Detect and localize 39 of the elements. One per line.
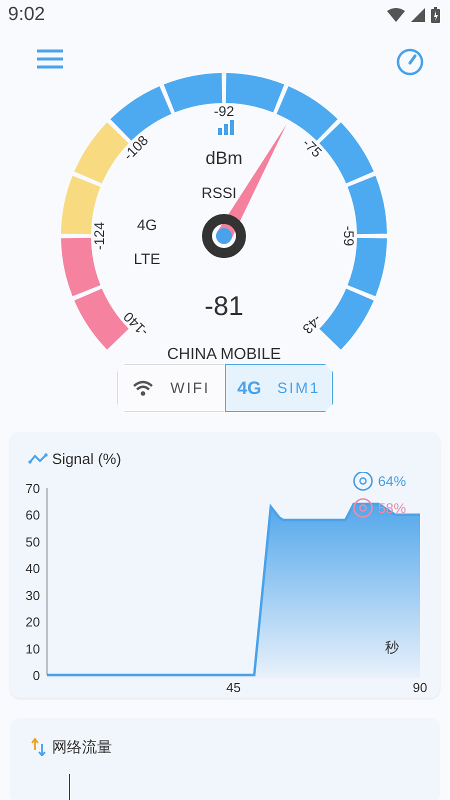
scale-label: -59	[341, 226, 357, 246]
wifi-icon	[132, 380, 154, 396]
y-tick-label: 70	[26, 481, 40, 496]
y-tick-label: 10	[26, 641, 40, 656]
x-axis-unit: 秒	[385, 639, 399, 655]
scale-label: -140	[120, 308, 152, 340]
scale-label: -43	[300, 312, 326, 338]
signal-reading: -81	[204, 291, 244, 321]
metric-label: RSSI	[202, 185, 236, 202]
legend-value: 64%	[378, 473, 406, 489]
y-tick-label: 50	[26, 534, 40, 550]
y-tick-label: 20	[26, 614, 40, 630]
y-tick-label: 60	[26, 508, 40, 523]
unit-label: dBm	[206, 148, 242, 168]
technology-label: LTE	[134, 251, 160, 268]
scale-label: -124	[91, 222, 107, 250]
scale-label: -75	[300, 134, 326, 160]
scale-label: -108	[120, 132, 152, 164]
network-type: 4G	[137, 217, 157, 234]
connection-tab[interactable]: WIFI	[117, 364, 224, 412]
up-down-arrows-icon	[30, 738, 48, 756]
y-tick-label: 0	[32, 668, 40, 683]
signal-bars-icon	[218, 120, 234, 135]
clock: 9:02	[8, 4, 45, 26]
scale-label: -92	[214, 103, 234, 119]
menu-icon[interactable]	[36, 48, 64, 70]
y-tick-label: 40	[26, 561, 40, 576]
needle-hub	[202, 214, 246, 258]
speedometer-icon[interactable]	[396, 48, 424, 76]
operator-name: CHINA MOBILE	[167, 346, 281, 363]
card-title: Signal (%)	[52, 450, 122, 468]
battery-icon	[431, 7, 440, 23]
card-title: 网络流量	[52, 738, 112, 756]
y-tick-label: 30	[26, 588, 40, 603]
wifi-icon	[387, 8, 405, 22]
line-chart-icon	[28, 453, 48, 465]
x-tick-label: 90	[412, 680, 428, 695]
x-tick-label: 45	[226, 680, 241, 695]
cellular-signal-icon	[411, 8, 425, 22]
